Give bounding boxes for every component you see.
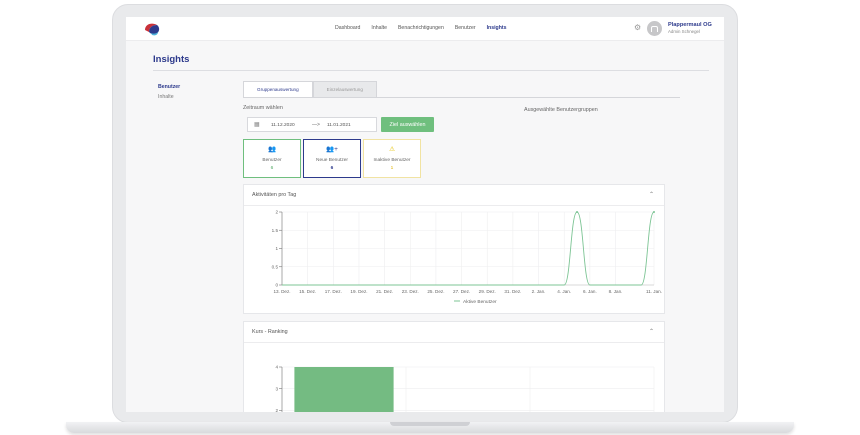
bar-chart: 1234: [275, 365, 655, 412]
kurs-ranking-panel: Kurs - Ranking ⌃ 1234: [243, 321, 665, 412]
date-from[interactable]: 11.12.2020: [271, 123, 295, 128]
x-tick-label: 2. Jan.: [532, 289, 546, 294]
chart-title: Aktivitäten pro Tag: [252, 192, 297, 198]
x-tick-label: 17. Dez.: [325, 289, 342, 294]
sidebar-item-benutzer[interactable]: Benutzer: [158, 84, 180, 90]
gear-icon[interactable]: ⚙: [634, 23, 641, 33]
x-tick-label: 21. Dez.: [376, 289, 393, 294]
avatar[interactable]: [647, 21, 662, 36]
sidebar-item-inhalte[interactable]: Inhalte: [158, 94, 174, 100]
y-tick-label: 2: [275, 210, 278, 215]
nav-dashboard[interactable]: Dashboard: [335, 25, 360, 31]
bar: [294, 367, 394, 412]
stat-value: 6: [330, 166, 334, 171]
y-tick-label: 3: [275, 386, 278, 391]
calendar-icon: ▦: [254, 122, 260, 128]
date-range-arrow: —>: [312, 122, 320, 128]
nav-benutzer[interactable]: Benutzer: [455, 25, 476, 31]
chart-title: Kurs - Ranking: [252, 329, 288, 335]
ziel-auswaehlen-button[interactable]: Ziel auswählen: [381, 117, 434, 132]
main-nav: Dashboard Inhalte Benachrichtigungen Ben…: [335, 25, 506, 31]
stat-card-neue-benutzer: 👥+ Neue Benutzer 6: [303, 139, 361, 178]
stat-label: Benutzer: [262, 158, 282, 163]
x-tick-label: 31. Dez.: [504, 289, 521, 294]
chevron-up-icon[interactable]: ⌃: [649, 328, 654, 335]
x-tick-label: 27. Dez.: [453, 289, 470, 294]
date-to[interactable]: 11.01.2021: [327, 123, 351, 128]
users-icon: 👥: [267, 146, 277, 153]
y-tick-label: 4: [275, 365, 278, 370]
x-tick-label: 6. Jan.: [583, 289, 597, 294]
user-role: Admin Schnegel: [668, 29, 700, 34]
y-tick-label: 0.5: [272, 264, 279, 269]
x-tick-label: 13. Dez.: [273, 289, 290, 294]
user-add-icon: 👥+: [326, 146, 338, 153]
stat-value: 6: [270, 166, 274, 171]
x-tick-label: 19. Dez.: [350, 289, 367, 294]
tab-einzelauswertung[interactable]: Einzelauswertung: [312, 81, 377, 98]
date-range-picker[interactable]: ▦ 11.12.2020 —> 11.01.2021: [247, 117, 377, 132]
x-tick-label: 29. Dez.: [479, 289, 496, 294]
tab-gruppenauswertung[interactable]: Gruppenauswertung: [243, 81, 313, 98]
y-tick-label: 1.5: [272, 228, 279, 233]
app-screen: Dashboard Inhalte Benachrichtigungen Ben…: [126, 17, 724, 412]
legend-label: Aktive Benutzer: [463, 299, 497, 305]
line-chart: 13. Dez. 15. Dez. 17. Dez. 19. Dez. 21. Dez.…: [272, 210, 662, 305]
laptop-mockup: Dashboard Inhalte Benachrichtigungen Ben…: [0, 0, 860, 435]
y-tick-label: 2: [275, 408, 278, 412]
stat-label: Neue Benutzer: [316, 158, 348, 163]
avatar-glyph-icon: [651, 25, 658, 32]
stat-card-inaktive-benutzer: ⚠ Inaktive Benutzer 1: [363, 139, 421, 178]
x-tick-label: 23. Dez.: [402, 289, 419, 294]
activity-chart-panel: Aktivitäten pro Tag ⌃ 13. Dez. 15. Dez. 17…: [243, 184, 665, 314]
org-name: Plappermaul OG: [668, 22, 712, 28]
title-divider: [153, 70, 709, 71]
data-point: [576, 211, 579, 213]
stat-label: Inaktive Benutzer: [373, 158, 411, 163]
chevron-up-icon[interactable]: ⌃: [649, 191, 654, 198]
x-tick-label: 15. Dez.: [299, 289, 316, 294]
nav-insights[interactable]: Insights: [487, 25, 507, 31]
y-tick-label: 1: [275, 246, 278, 251]
x-tick-label: 25. Dez.: [427, 289, 444, 294]
zeitraum-label: Zeitraum wählen: [243, 105, 283, 111]
laptop-notch: [390, 422, 470, 426]
nav-inhalte[interactable]: Inhalte: [371, 25, 387, 31]
tab-bar: Gruppenauswertung Einzelauswertung: [243, 81, 377, 98]
x-tick-label: 8. Jan.: [609, 289, 623, 294]
x-tick-label: 11. Jan.: [646, 289, 662, 294]
page-title: Insights: [153, 54, 190, 65]
stat-value: 1: [390, 166, 394, 171]
y-tick-label: 0: [275, 283, 278, 288]
data-point: [653, 211, 655, 213]
x-tick-label: 4. Jan.: [557, 289, 571, 294]
warning-icon: ⚠: [389, 146, 395, 153]
selected-groups-label: Ausgewählte Benutzergruppen: [524, 107, 598, 113]
stat-card-benutzer: 👥 Benutzer 6: [243, 139, 301, 178]
logo-icon[interactable]: [143, 21, 161, 37]
tab-divider: [243, 97, 680, 98]
nav-benachrichtigungen[interactable]: Benachrichtigungen: [398, 25, 444, 31]
top-navigation: Dashboard Inhalte Benachrichtigungen Ben…: [126, 17, 724, 41]
